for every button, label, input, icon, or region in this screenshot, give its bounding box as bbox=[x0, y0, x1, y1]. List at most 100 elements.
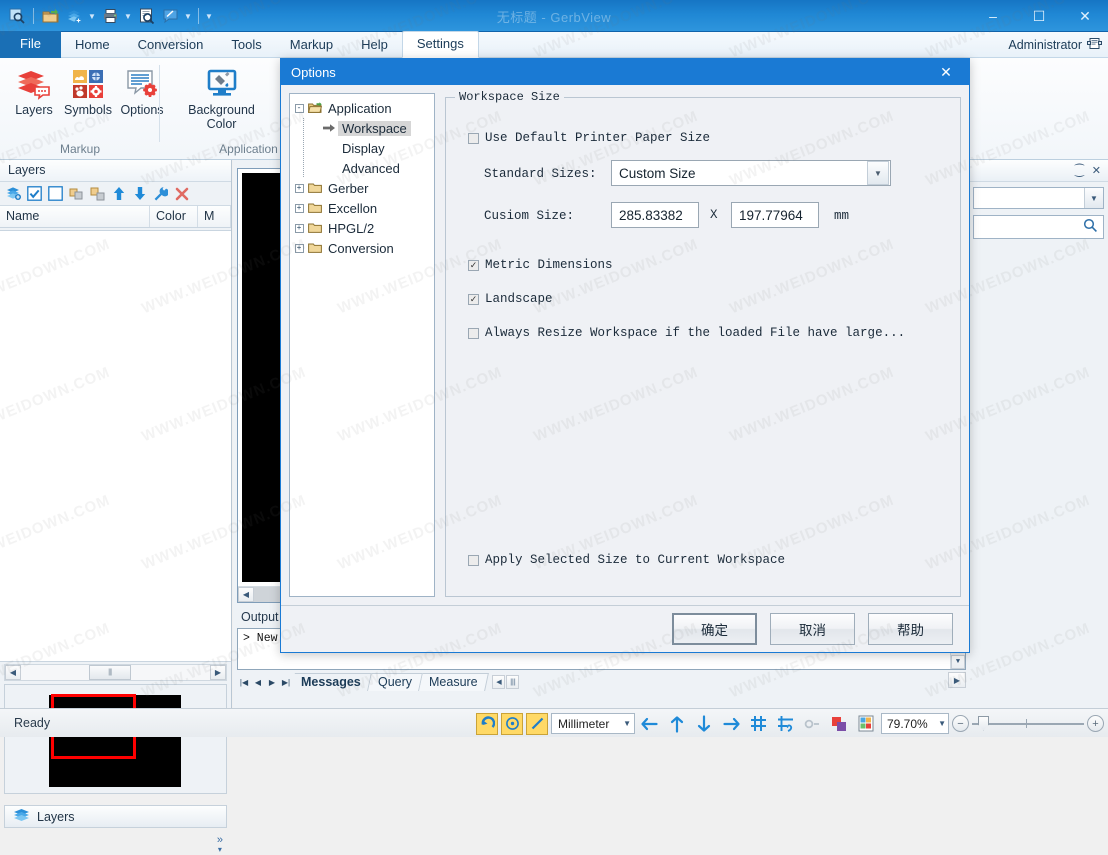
landscape-checkbox[interactable]: Landscape bbox=[468, 292, 553, 306]
ribbon-button-markup-symbols[interactable]: Symbols bbox=[62, 64, 114, 120]
checkbox-box[interactable] bbox=[468, 133, 479, 144]
tree-expander[interactable]: + bbox=[292, 224, 306, 233]
minimize-button[interactable]: – bbox=[970, 0, 1016, 32]
tab-markup[interactable]: Markup bbox=[276, 33, 347, 58]
image-icon[interactable] bbox=[854, 713, 878, 735]
zoom-slider[interactable] bbox=[972, 714, 1084, 734]
scroll-thumb[interactable] bbox=[89, 665, 131, 680]
tabstrip-scroll-left-icon[interactable]: ◀ bbox=[492, 675, 505, 689]
output-tab-measure[interactable]: Measure bbox=[419, 673, 488, 691]
ribbon-button-markup-layers[interactable]: Layers bbox=[8, 64, 60, 120]
checkbox-box[interactable] bbox=[468, 294, 479, 305]
tab-tools[interactable]: Tools bbox=[217, 33, 275, 58]
tab-settings[interactable]: Settings bbox=[402, 31, 479, 58]
ribbon-button-background-color[interactable]: Background Color bbox=[169, 64, 274, 134]
delete-layer-icon[interactable] bbox=[173, 185, 190, 202]
account-area[interactable]: Administrator bbox=[1008, 36, 1102, 54]
zoom-level-input[interactable]: 79.70% ▼ bbox=[881, 713, 949, 734]
chevron-down-icon-standard-sizes[interactable]: ▼ bbox=[867, 161, 889, 185]
dock-overflow-icon[interactable]: » ▾ bbox=[217, 835, 223, 855]
maximize-button[interactable]: ☐ bbox=[1016, 0, 1062, 32]
zoom-in-button[interactable]: + bbox=[1087, 715, 1104, 732]
pan-down-icon[interactable] bbox=[692, 713, 716, 735]
move-down-icon[interactable] bbox=[131, 185, 148, 202]
output-scroll-down-icon[interactable]: ▼ bbox=[951, 655, 965, 669]
tree-node-workspace[interactable]: Workspace bbox=[292, 118, 432, 138]
pan-right-icon[interactable] bbox=[719, 713, 743, 735]
grid-icon[interactable] bbox=[746, 713, 770, 735]
merge-layers-icon[interactable] bbox=[68, 185, 85, 202]
right-dock-combobox[interactable]: ▼ bbox=[973, 187, 1104, 209]
layer-properties-icon[interactable] bbox=[152, 185, 169, 202]
pan-left-icon[interactable] bbox=[638, 713, 662, 735]
tabstrip-grip[interactable]: ||| bbox=[506, 675, 519, 689]
tab-conversion[interactable]: Conversion bbox=[124, 33, 218, 58]
checkbox-box[interactable] bbox=[468, 328, 479, 339]
tab-file[interactable]: File bbox=[0, 31, 61, 58]
add-layer-icon[interactable] bbox=[5, 185, 22, 202]
canvas-scroll-left-icon[interactable]: ◀ bbox=[238, 587, 254, 602]
column-header-name[interactable]: Name bbox=[0, 206, 150, 227]
use-default-printer-checkbox[interactable]: Use Default Printer Paper Size bbox=[468, 131, 710, 145]
search-icon[interactable] bbox=[1083, 218, 1098, 236]
options-category-tree[interactable]: - Application Workspace bbox=[289, 93, 435, 597]
chevron-down-icon-units[interactable]: ▼ bbox=[619, 719, 631, 728]
tree-node-gerber[interactable]: + Gerber bbox=[292, 178, 432, 198]
snap-grid-icon[interactable] bbox=[773, 713, 797, 735]
check-all-icon[interactable] bbox=[26, 185, 43, 202]
account-icon[interactable] bbox=[1087, 36, 1102, 54]
close-button[interactable]: ✕ bbox=[1062, 0, 1108, 32]
metric-dimensions-checkbox[interactable]: Metric Dimensions bbox=[468, 258, 613, 272]
tab-first-icon[interactable]: |◀ bbox=[237, 674, 251, 690]
scroll-right-icon[interactable]: ▶ bbox=[210, 665, 226, 680]
help-button[interactable]: 帮助 bbox=[868, 613, 953, 645]
split-layers-icon[interactable] bbox=[89, 185, 106, 202]
right-dock-combo-value[interactable] bbox=[974, 188, 1084, 208]
output-tab-query[interactable]: Query bbox=[368, 673, 423, 691]
units-selector[interactable]: Millimeter ▼ bbox=[551, 713, 635, 734]
tab-next-icon[interactable]: ▶ bbox=[265, 674, 279, 690]
checkbox-box[interactable] bbox=[468, 260, 479, 271]
move-up-icon[interactable] bbox=[110, 185, 127, 202]
custom-size-height-input[interactable]: 197.77964 bbox=[731, 202, 819, 228]
column-header-m[interactable]: M bbox=[198, 206, 231, 227]
zoom-out-button[interactable]: − bbox=[952, 715, 969, 732]
dock-button-layers[interactable]: Layers bbox=[4, 805, 227, 828]
column-header-color[interactable]: Color bbox=[150, 206, 198, 227]
close-icon[interactable]: ✕ bbox=[1092, 164, 1101, 177]
tree-expander[interactable]: + bbox=[292, 204, 306, 213]
snap-arc-toggle[interactable] bbox=[476, 713, 498, 735]
cancel-button[interactable]: 取消 bbox=[770, 613, 855, 645]
snap-center-toggle[interactable] bbox=[501, 713, 523, 735]
dialog-close-button[interactable]: ✕ bbox=[929, 59, 963, 85]
tab-prev-icon[interactable]: ◀ bbox=[251, 674, 265, 690]
layers-horizontal-scrollbar[interactable]: ◀ ▶ bbox=[4, 664, 227, 681]
tree-node-excellon[interactable]: + Excellon bbox=[292, 198, 432, 218]
apply-selected-size-checkbox[interactable]: Apply Selected Size to Current Workspace bbox=[468, 553, 785, 567]
chevron-down-icon-zoom[interactable]: ▼ bbox=[938, 719, 946, 728]
tab-home[interactable]: Home bbox=[61, 33, 124, 58]
tree-expander[interactable]: - bbox=[292, 104, 306, 113]
chevron-down-icon-right-dock[interactable]: ▼ bbox=[1084, 188, 1103, 208]
layers-grid-body[interactable] bbox=[0, 230, 231, 662]
scroll-left-icon[interactable]: ◀ bbox=[5, 665, 21, 680]
right-dock-search[interactable] bbox=[973, 215, 1104, 239]
output-tab-messages[interactable]: Messages bbox=[291, 673, 372, 691]
checkbox-box[interactable] bbox=[468, 555, 479, 566]
standard-sizes-combobox[interactable]: Custom Size ▼ bbox=[611, 160, 891, 186]
ok-button[interactable]: 确定 bbox=[672, 613, 757, 645]
snap-line-toggle[interactable] bbox=[526, 713, 548, 735]
output-scroll-right-icon[interactable]: ▶ bbox=[948, 672, 966, 688]
pan-up-icon[interactable] bbox=[665, 713, 689, 735]
scroll-track[interactable] bbox=[21, 665, 210, 680]
negative-icon[interactable] bbox=[827, 713, 851, 735]
uncheck-all-icon[interactable] bbox=[47, 185, 64, 202]
pin-icon[interactable]: ⁐ bbox=[1075, 164, 1084, 177]
tree-node-display[interactable]: Display bbox=[292, 138, 432, 158]
aperture-icon[interactable] bbox=[800, 713, 824, 735]
custom-size-width-input[interactable]: 285.83382 bbox=[611, 202, 699, 228]
zoom-slider-knob[interactable] bbox=[978, 716, 989, 731]
layers-preview-pane[interactable] bbox=[4, 684, 227, 794]
tree-node-hpgl2[interactable]: + HPGL/2 bbox=[292, 218, 432, 238]
tree-expander[interactable]: + bbox=[292, 244, 306, 253]
